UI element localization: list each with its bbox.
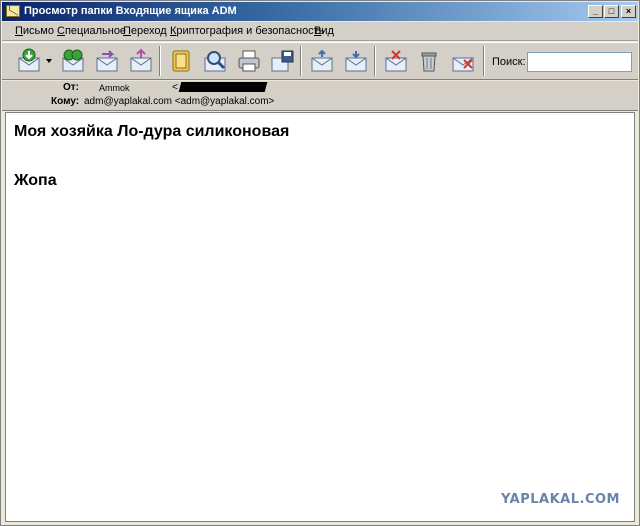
save-icon bbox=[271, 50, 294, 72]
menu-item-goto[interactable]: Переход bbox=[123, 25, 167, 37]
forward-button[interactable] bbox=[94, 48, 120, 74]
reply-all-icon bbox=[62, 49, 84, 72]
address-book-button[interactable] bbox=[168, 48, 194, 74]
from-label: От: bbox=[63, 82, 80, 93]
window-title: Просмотр папки Входящие ящика ADM bbox=[24, 5, 237, 17]
reply-all-button[interactable] bbox=[60, 48, 86, 74]
move-icon bbox=[385, 50, 407, 72]
to-value[interactable]: adm@yaplakal.com <adm@yaplakal.com> bbox=[84, 96, 274, 107]
toolbar-separator bbox=[159, 46, 161, 76]
maximize-button[interactable]: □ bbox=[604, 5, 619, 18]
receive-mail-button[interactable] bbox=[16, 48, 42, 74]
watermark-logo: YAPLAKAL.COM bbox=[501, 492, 620, 507]
menu-item-pismo[interactable]: Письмо bbox=[15, 25, 54, 37]
minimize-button[interactable]: _ bbox=[588, 5, 603, 18]
forward-icon bbox=[96, 50, 118, 72]
toolbar: Поиск: bbox=[2, 42, 638, 80]
junk-icon bbox=[452, 57, 474, 72]
print-icon bbox=[238, 50, 260, 72]
next-message-button[interactable] bbox=[343, 48, 369, 74]
toolbar-separator bbox=[300, 46, 302, 76]
save-button[interactable] bbox=[269, 48, 295, 74]
search-label: Поиск: bbox=[492, 56, 526, 68]
move-button[interactable] bbox=[383, 48, 409, 74]
message-line-1: Моя хозяйка Ло-дура силиконовая bbox=[14, 123, 290, 140]
address-book-icon bbox=[172, 50, 190, 72]
previous-message-icon bbox=[311, 49, 333, 72]
menu-bar: Письмо Специальное Переход Криптография … bbox=[2, 22, 638, 41]
junk-button[interactable] bbox=[450, 48, 476, 74]
menu-item-crypto[interactable]: Криптография и безопасность bbox=[170, 25, 324, 37]
new-mail-icon bbox=[130, 48, 152, 72]
mail-window: Просмотр папки Входящие ящика ADM _ □ × … bbox=[0, 0, 640, 526]
redaction-bar bbox=[178, 82, 268, 92]
from-name[interactable]: Ammok bbox=[99, 83, 130, 93]
find-button[interactable] bbox=[202, 48, 228, 74]
dropdown-arrow-icon[interactable] bbox=[46, 59, 52, 63]
envelope-icon bbox=[6, 5, 20, 17]
new-mail-button[interactable] bbox=[128, 48, 154, 74]
print-button[interactable] bbox=[236, 48, 262, 74]
toolbar-separator bbox=[374, 46, 376, 76]
next-message-icon bbox=[345, 51, 367, 72]
close-button[interactable]: × bbox=[621, 5, 636, 18]
from-email-prefix: < bbox=[172, 82, 178, 93]
delete-button[interactable] bbox=[416, 48, 442, 74]
find-icon bbox=[204, 51, 226, 72]
toolbar-separator bbox=[483, 46, 485, 76]
previous-message-button[interactable] bbox=[309, 48, 335, 74]
menu-item-view[interactable]: Вид bbox=[314, 25, 334, 37]
message-headers: От: Ammok < Кому: adm@yaplakal.com <adm@… bbox=[2, 81, 638, 111]
menu-item-special[interactable]: Специальное bbox=[57, 25, 126, 37]
receive-mail-icon bbox=[18, 48, 40, 72]
delete-icon bbox=[421, 52, 437, 72]
search-input[interactable] bbox=[527, 52, 632, 72]
title-bar[interactable]: Просмотр папки Входящие ящика ADM _ □ × bbox=[2, 2, 638, 21]
message-line-2: Жопа bbox=[14, 172, 57, 189]
message-body[interactable]: Моя хозяйка Ло-дура силиконовая Жопа YAP… bbox=[5, 112, 635, 522]
to-label: Кому: bbox=[51, 96, 80, 107]
